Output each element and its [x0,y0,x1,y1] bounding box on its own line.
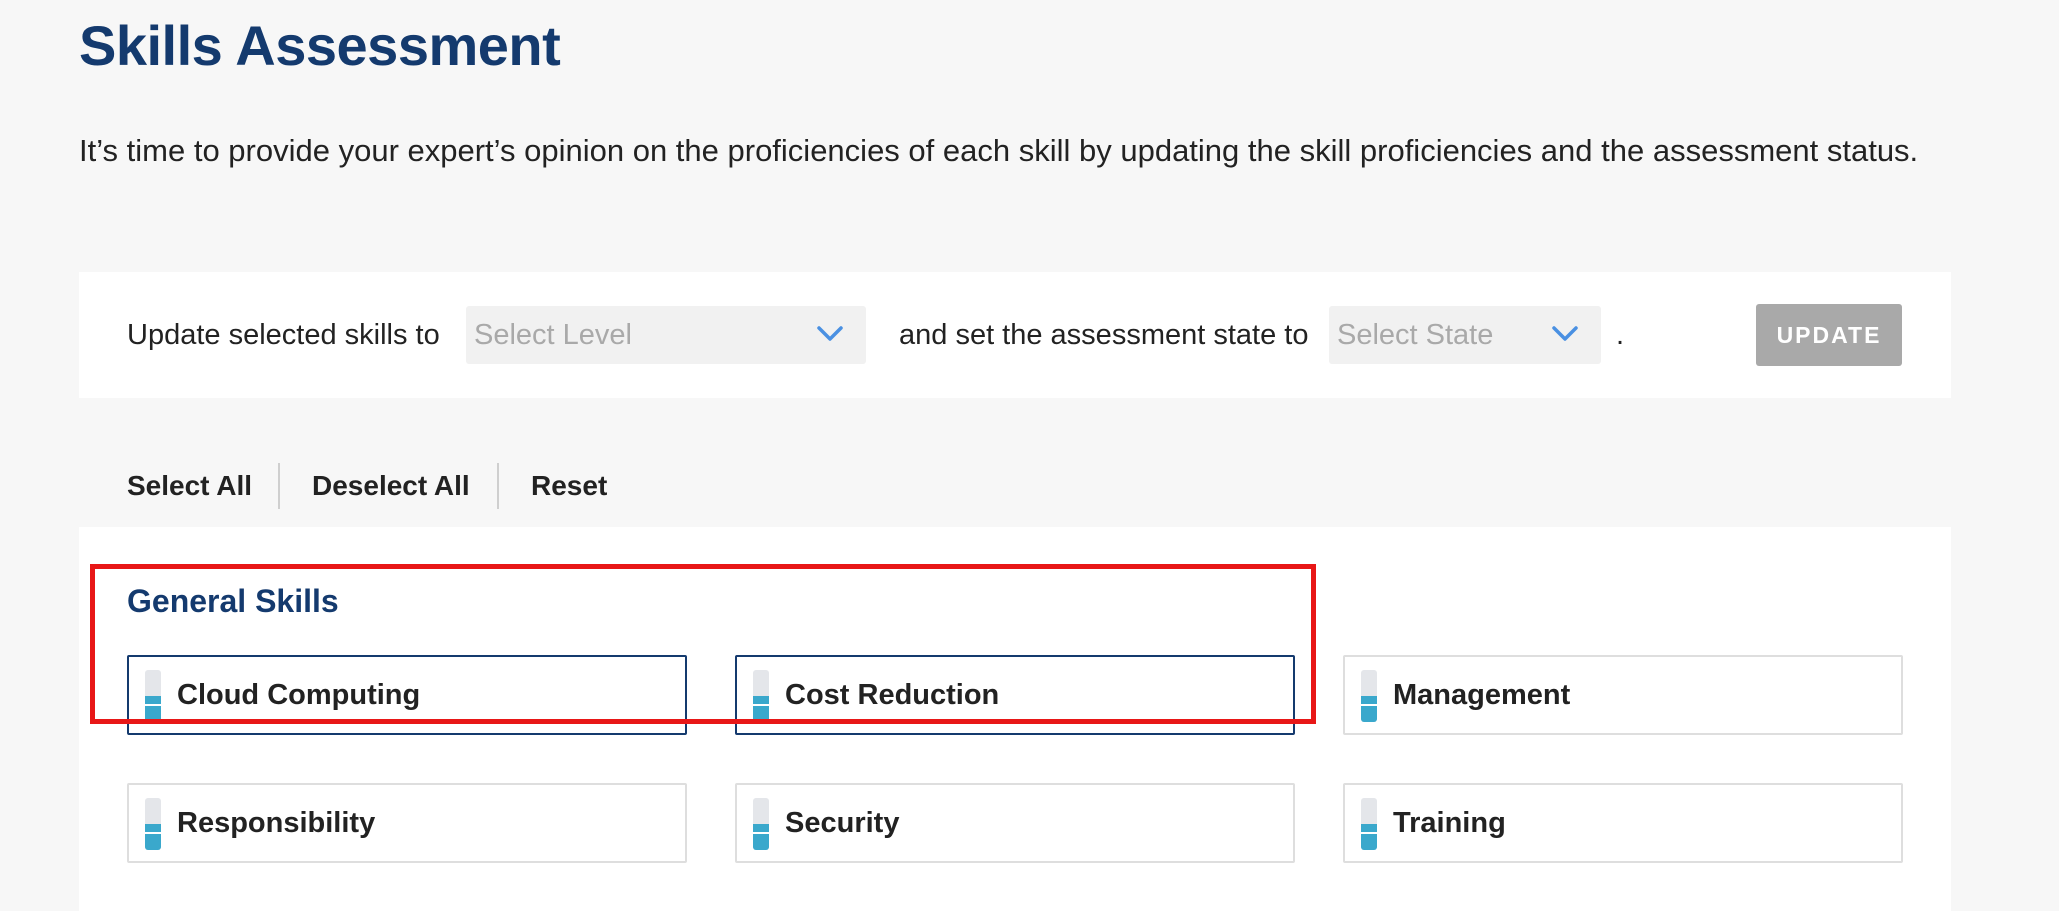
state-select[interactable]: Select State [1329,306,1601,364]
proficiency-meter-icon [145,798,161,850]
level-select-placeholder: Select Level [474,319,632,351]
bulk-update-panel: Update selected skills to Select Level a… [79,272,1951,398]
update-middle-text: and set the assessment state to [899,319,1309,351]
level-select[interactable]: Select Level [466,306,866,364]
state-select-placeholder: Select State [1337,319,1494,351]
reset-link[interactable]: Reset [531,456,607,516]
proficiency-meter-icon [1361,798,1377,850]
skill-card-management[interactable]: Management [1343,655,1903,735]
page-intro: It’s time to provide your expert’s opini… [79,133,1919,168]
chevron-down-icon [1552,326,1578,341]
divider [497,463,499,509]
chevron-down-icon [817,326,843,341]
skill-name: Responsibility [177,807,376,839]
skill-card-security[interactable]: Security [735,783,1295,863]
proficiency-meter-icon [1361,670,1377,722]
skill-card-responsibility[interactable]: Responsibility [127,783,687,863]
skills-panel: General Skills Cloud Computing Cost Redu… [79,527,1951,911]
update-suffix-text: . [1616,319,1625,351]
skill-name: Management [1393,679,1571,711]
update-button[interactable]: UPDATE [1756,304,1902,366]
select-all-link[interactable]: Select All [127,456,252,516]
deselect-all-link[interactable]: Deselect All [312,456,470,516]
skill-name: Security [785,807,900,839]
page-title: Skills Assessment [79,14,561,77]
skill-name: Training [1393,807,1506,839]
update-prefix-text: Update selected skills to [127,319,440,351]
highlight-box [90,564,1316,724]
proficiency-meter-icon [753,798,769,850]
divider [278,463,280,509]
skill-card-training[interactable]: Training [1343,783,1903,863]
